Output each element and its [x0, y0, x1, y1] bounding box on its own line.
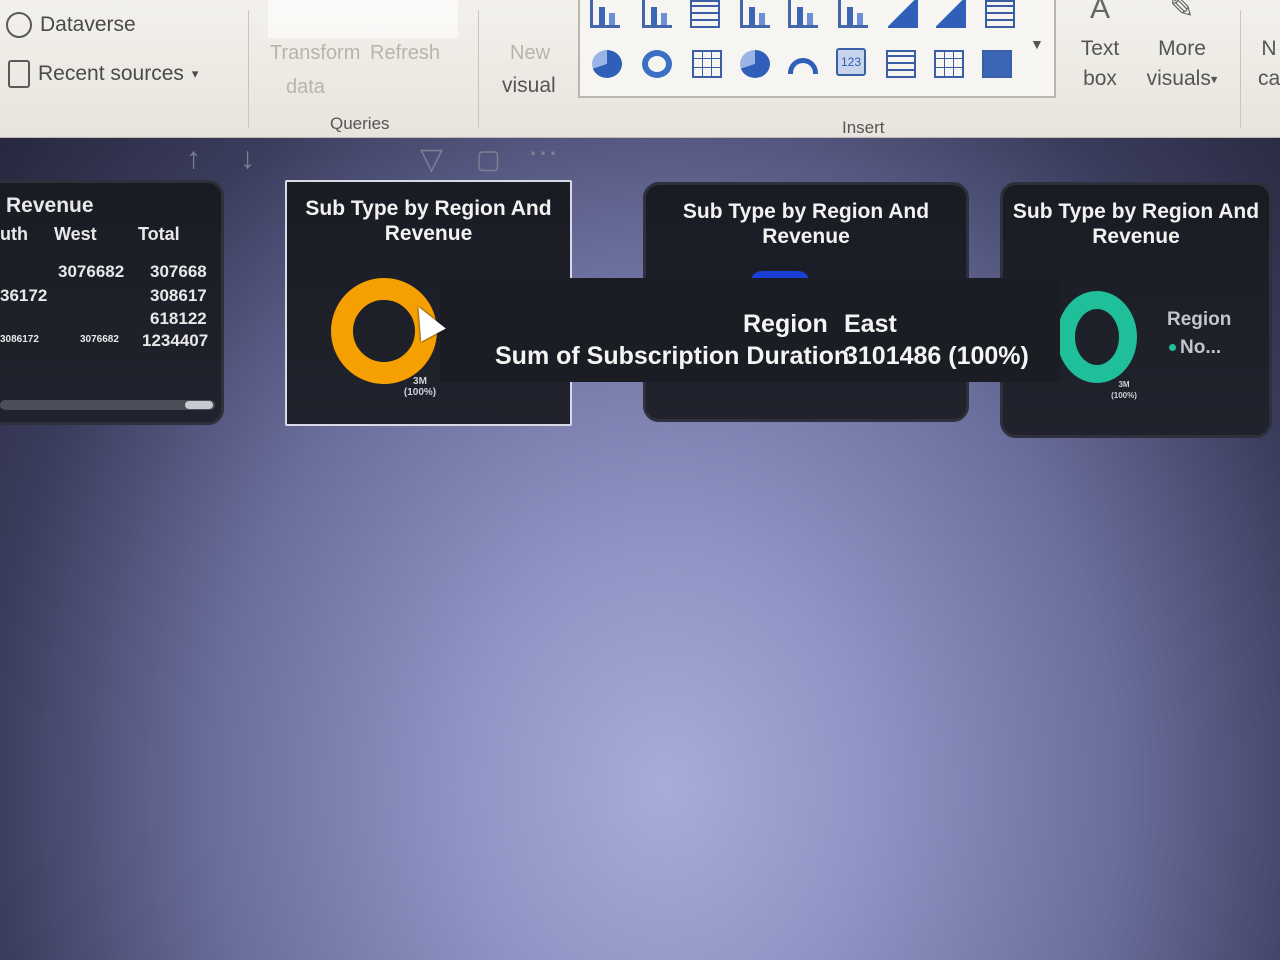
- text-box-icon: A: [1089, 0, 1110, 25]
- 100-percent-bar-icon[interactable]: [788, 0, 818, 28]
- card-title-line2: Revenue: [1092, 225, 1180, 248]
- new-visual-top-label: New: [510, 42, 551, 64]
- ribbon: Dataverse Recent sources ▾ Transform Ref…: [0, 0, 1280, 138]
- recent-sources-button[interactable]: Recent sources ▾: [8, 60, 198, 88]
- tooltip-field-label: Sum of Subscription Duration: [495, 342, 850, 370]
- transform-data-button[interactable]: Transform: [270, 42, 360, 65]
- pie-chart-icon[interactable]: [592, 50, 622, 78]
- clustered-bar-icon[interactable]: [690, 0, 720, 28]
- chevron-down-icon: ▾: [191, 66, 199, 81]
- recent-sources-label: Recent sources: [38, 62, 184, 85]
- queries-group-label: Queries: [330, 114, 390, 133]
- matrix-col-header-total: Total: [138, 224, 180, 244]
- focus-mode-icon[interactable]: ▢: [476, 144, 501, 175]
- group-separator: [248, 10, 249, 128]
- card-title: Sub Type by Region And Revenue: [287, 196, 570, 246]
- card-title: Sub Type by Region And Revenue: [1003, 199, 1269, 249]
- matrix-scrollbar-thumb[interactable]: [185, 401, 213, 409]
- filter-icon[interactable]: ▽: [420, 142, 443, 177]
- more-visuals-icon: ✎: [1169, 0, 1195, 25]
- tooltip-field-value: 3101486 (100%): [844, 342, 1029, 370]
- matrix-icon[interactable]: [982, 50, 1012, 78]
- stacked-column-icon[interactable]: [642, 0, 672, 28]
- recent-sources-icon: [8, 60, 30, 88]
- legend-item[interactable]: No...: [1169, 337, 1221, 359]
- matrix-title: Revenue: [6, 194, 94, 217]
- gallery-expand-icon[interactable]: ▼: [1030, 36, 1044, 52]
- gauge-icon[interactable]: [788, 58, 818, 74]
- legend-marker-icon: [1169, 344, 1176, 352]
- table-icon[interactable]: [934, 50, 964, 78]
- matrix-cell: 3076682: [58, 262, 125, 281]
- tooltip-field-value: East: [844, 310, 897, 338]
- text-box-label-2: box: [1083, 67, 1117, 90]
- more-options-icon[interactable]: ⋯: [528, 136, 558, 171]
- multi-row-card-icon[interactable]: [886, 50, 916, 78]
- new-calc-label-1: N: [1261, 37, 1277, 60]
- map-icon[interactable]: [740, 50, 770, 78]
- chevron-down-icon: ▾: [1210, 71, 1218, 87]
- more-visuals-button[interactable]: ✎ More visuals▾: [1136, 0, 1228, 94]
- dataverse-label: Dataverse: [40, 13, 136, 36]
- insert-group-label: Insert: [842, 118, 885, 137]
- ribbon-chart-icon[interactable]: [985, 0, 1015, 28]
- donut-chart-slice[interactable]: [1057, 291, 1137, 383]
- card-title-line1: Sub Type by Region And: [1012, 200, 1260, 223]
- card-title: Sub Type by Region And Revenue: [646, 199, 966, 249]
- dataverse-button[interactable]: Dataverse: [6, 12, 136, 38]
- matrix-col-header-south: uth: [0, 224, 28, 244]
- donut-data-label: 3M (100%): [395, 376, 445, 398]
- donut-data-pct: (100%): [403, 387, 437, 398]
- matrix-total-cell: 1234407: [142, 331, 209, 350]
- card-title-line1: Sub Type by Region And: [305, 197, 552, 220]
- donut-data-value: 3M: [1118, 380, 1130, 389]
- card-title-line2: Revenue: [384, 222, 473, 245]
- text-box-button[interactable]: A Text box: [1070, 0, 1130, 94]
- tooltip-field-label: Region: [743, 310, 828, 338]
- matrix-col-header-west: West: [54, 224, 97, 244]
- matrix-horizontal-scrollbar[interactable]: [0, 400, 215, 410]
- queries-icons-area: [268, 0, 458, 38]
- donut-data-value: 3M: [413, 376, 427, 387]
- sort-up-icon[interactable]: ↑: [186, 142, 201, 176]
- matrix-cell: 36172: [0, 286, 48, 305]
- matrix-cell: 618122: [150, 309, 207, 328]
- matrix-cell: 308617: [150, 286, 207, 305]
- clustered-column-icon[interactable]: [740, 0, 770, 28]
- donut-data-label: 3M (100%): [1099, 379, 1149, 401]
- treemap-icon[interactable]: [692, 50, 722, 78]
- new-calculation-button[interactable]: N ca: [1258, 34, 1280, 94]
- stacked-bar-icon[interactable]: [590, 0, 620, 28]
- new-visual-button[interactable]: visual: [502, 74, 556, 98]
- area-chart-icon[interactable]: [936, 0, 966, 28]
- visualizations-gallery: 123: [578, 0, 1056, 98]
- legend-item-label: No...: [1180, 337, 1222, 358]
- matrix-total-cell: 3076682: [80, 334, 119, 345]
- legend-title: Region: [1167, 309, 1232, 330]
- card-visual-icon[interactable]: 123: [836, 48, 866, 76]
- new-calc-label-2: ca: [1258, 67, 1280, 90]
- card-title-line1: Sub Type by Region And: [682, 200, 930, 223]
- group-separator: [1240, 10, 1241, 128]
- 100-percent-column-icon[interactable]: [838, 0, 868, 28]
- line-chart-icon[interactable]: [888, 0, 918, 28]
- transform-data-label: data: [286, 76, 325, 98]
- donut-tooltip: Region East Sum of Subscription Duration…: [440, 278, 1060, 382]
- donut-data-pct: (100%): [1111, 391, 1137, 400]
- card-title-line2: Revenue: [762, 225, 850, 248]
- dataverse-icon: [6, 12, 32, 38]
- matrix-cell: 307668: [150, 262, 207, 281]
- more-visuals-label-2: visuals: [1146, 67, 1211, 90]
- more-visuals-label-1: More: [1158, 37, 1206, 60]
- matrix-total-cell: 3086172: [0, 334, 39, 345]
- sort-down-icon[interactable]: ↓: [240, 142, 255, 176]
- donut-chart-icon[interactable]: [642, 50, 672, 78]
- refresh-button[interactable]: Refresh: [370, 42, 440, 65]
- text-box-label-1: Text: [1080, 37, 1120, 60]
- group-separator: [478, 10, 479, 128]
